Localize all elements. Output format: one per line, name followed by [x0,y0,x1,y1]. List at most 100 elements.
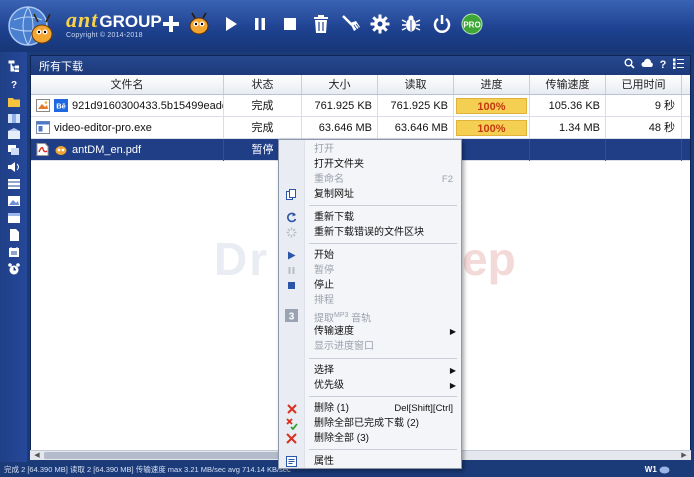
trash-icon [314,15,328,33]
scroll-left-icon[interactable]: ◀ [32,451,42,460]
sidebar-tree-icon[interactable] [5,59,22,73]
play-button[interactable] [217,10,245,38]
sidebar-help-icon[interactable]: ? [5,77,22,91]
menu-extract-mp3[interactable]: 3 提取MP3 音轨 [279,308,461,324]
bug-icon [401,15,421,32]
ant-icon [189,12,209,35]
menu-separator [309,396,457,397]
play-icon [285,249,298,262]
submenu-arrow-icon: ▶ [449,381,456,390]
sidebar-folder-icon[interactable] [5,95,22,109]
ant-button[interactable] [185,10,213,38]
stop-button[interactable] [276,10,304,38]
menu-queue[interactable]: 排程 [279,293,461,308]
col-read[interactable]: 读取 [378,75,454,94]
col-filler [682,75,690,94]
brand-group: GROUP [99,12,162,31]
status-right-label: W1 [644,465,657,474]
sidebar-file-icon[interactable] [5,228,22,242]
delete-shortcut: Del[Shift][Ctrl] [394,403,453,414]
category-sidebar: ? [0,52,27,462]
svg-text:3: 3 [289,312,295,323]
col-progress[interactable]: 进度 [454,75,530,94]
col-status[interactable]: 状态 [224,75,302,94]
pause-button[interactable] [246,10,274,38]
add-button[interactable] [157,10,185,38]
menu-start[interactable]: 开始 [279,248,461,263]
menu-transfer-speed[interactable]: 传输速度 ▶ [279,324,461,339]
brand-copyright: Copyright © 2014-2018 [66,32,143,39]
sidebar-schedule-icon[interactable] [5,245,22,259]
menu-delete-completed[interactable]: 删除全部已完成下载 (2) [279,416,461,431]
col-size[interactable]: 大小 [302,75,378,94]
cell-elapsed: 9 秒 [606,94,682,117]
pause-icon [285,264,298,277]
help-icon[interactable]: ? [659,58,667,69]
cell-size: 761.925 KB [302,94,378,117]
sidebar-image-icon[interactable] [5,194,22,208]
cell-status: 完成 [224,94,302,117]
delete-button[interactable] [307,10,335,38]
col-filename[interactable]: 文件名 [31,75,224,94]
power-icon [433,15,451,33]
menu-pause[interactable]: 暂停 [279,263,461,278]
menu-delete-all[interactable]: 删除全部 (3) [279,431,461,446]
filename-text: antDM_en.pdf [72,143,142,156]
menu-select[interactable]: 选择 ▶ [279,363,461,378]
cell-progress [454,138,530,161]
sidebar-documents-icon[interactable] [5,143,22,157]
mp3-icon: 3 [285,309,298,322]
menu-separator [309,243,457,244]
toolbar: antGROUP Copyright © 2014-2018 PRO [0,0,694,52]
scrollbar-thumb[interactable] [44,452,284,459]
brand: antGROUP Copyright © 2014-2018 [66,7,162,39]
cell-elapsed [606,138,682,161]
power-button[interactable] [428,10,456,38]
menu-open[interactable]: 打开 [279,142,461,157]
program-file-icon [36,121,50,135]
cell-filler [682,117,690,139]
menu-open-folder[interactable]: 打开文件夹 [279,157,461,172]
status-right: W1 [645,462,670,477]
panel-header-tools: ? [624,58,684,69]
sidebar-program-icon[interactable] [5,211,22,225]
submenu-arrow-icon: ▶ [449,366,456,375]
menu-properties[interactable]: 属性 [279,454,461,469]
settings-button[interactable] [366,10,394,38]
sidebar-video-icon[interactable] [5,177,22,191]
menu-redownload-bad-blocks[interactable]: 重新下载错误的文件区块 [279,225,461,240]
bug-button[interactable] [397,10,425,38]
pro-badge-icon: PRO [461,13,483,35]
svg-text:?: ? [660,59,667,69]
copy-icon [285,188,298,201]
menu-redownload[interactable]: 重新下载 [279,210,461,225]
menu-show-progress[interactable]: 显示进度窗口 [279,339,461,354]
cell-filler [682,95,690,117]
sidebar-audio-icon[interactable] [5,160,22,174]
table-row[interactable]: Bē 921d9160300433.5b15499eadd4b 完成 761.9… [31,94,690,117]
scroll-right-icon[interactable]: ▶ [679,451,689,460]
menu-copy-url[interactable]: 复制网址 [279,187,461,202]
stop-icon [285,279,298,292]
col-speed[interactable]: 传输速度 [530,75,606,94]
watermark-left: Dr [214,233,270,285]
image-file-icon [36,99,50,113]
sidebar-archive-icon[interactable] [5,111,22,125]
col-elapsed[interactable]: 已用时间 [606,75,682,94]
pro-button[interactable]: PRO [458,10,486,38]
menu-rename[interactable]: 重命名 F2 [279,172,461,187]
sidebar-alarm-icon[interactable] [5,262,22,276]
ant-logo-icon [4,4,60,48]
clean-button[interactable] [337,10,365,38]
brand-ant: ant [66,7,99,32]
cloud-icon[interactable] [641,58,653,69]
table-row[interactable]: video-editor-pro.exe 完成 63.646 MB 63.646… [31,116,690,139]
sidebar-package-icon[interactable] [5,127,22,141]
menu-priority[interactable]: 优先级 ▶ [279,378,461,393]
properties-icon [285,455,298,468]
menu-delete[interactable]: 删除 (1) Del[Shift][Ctrl] [279,401,461,416]
list-view-icon[interactable] [673,58,684,69]
search-icon[interactable] [624,58,635,69]
menu-stop[interactable]: 停止 [279,278,461,293]
watermark-right: ep [462,233,516,285]
